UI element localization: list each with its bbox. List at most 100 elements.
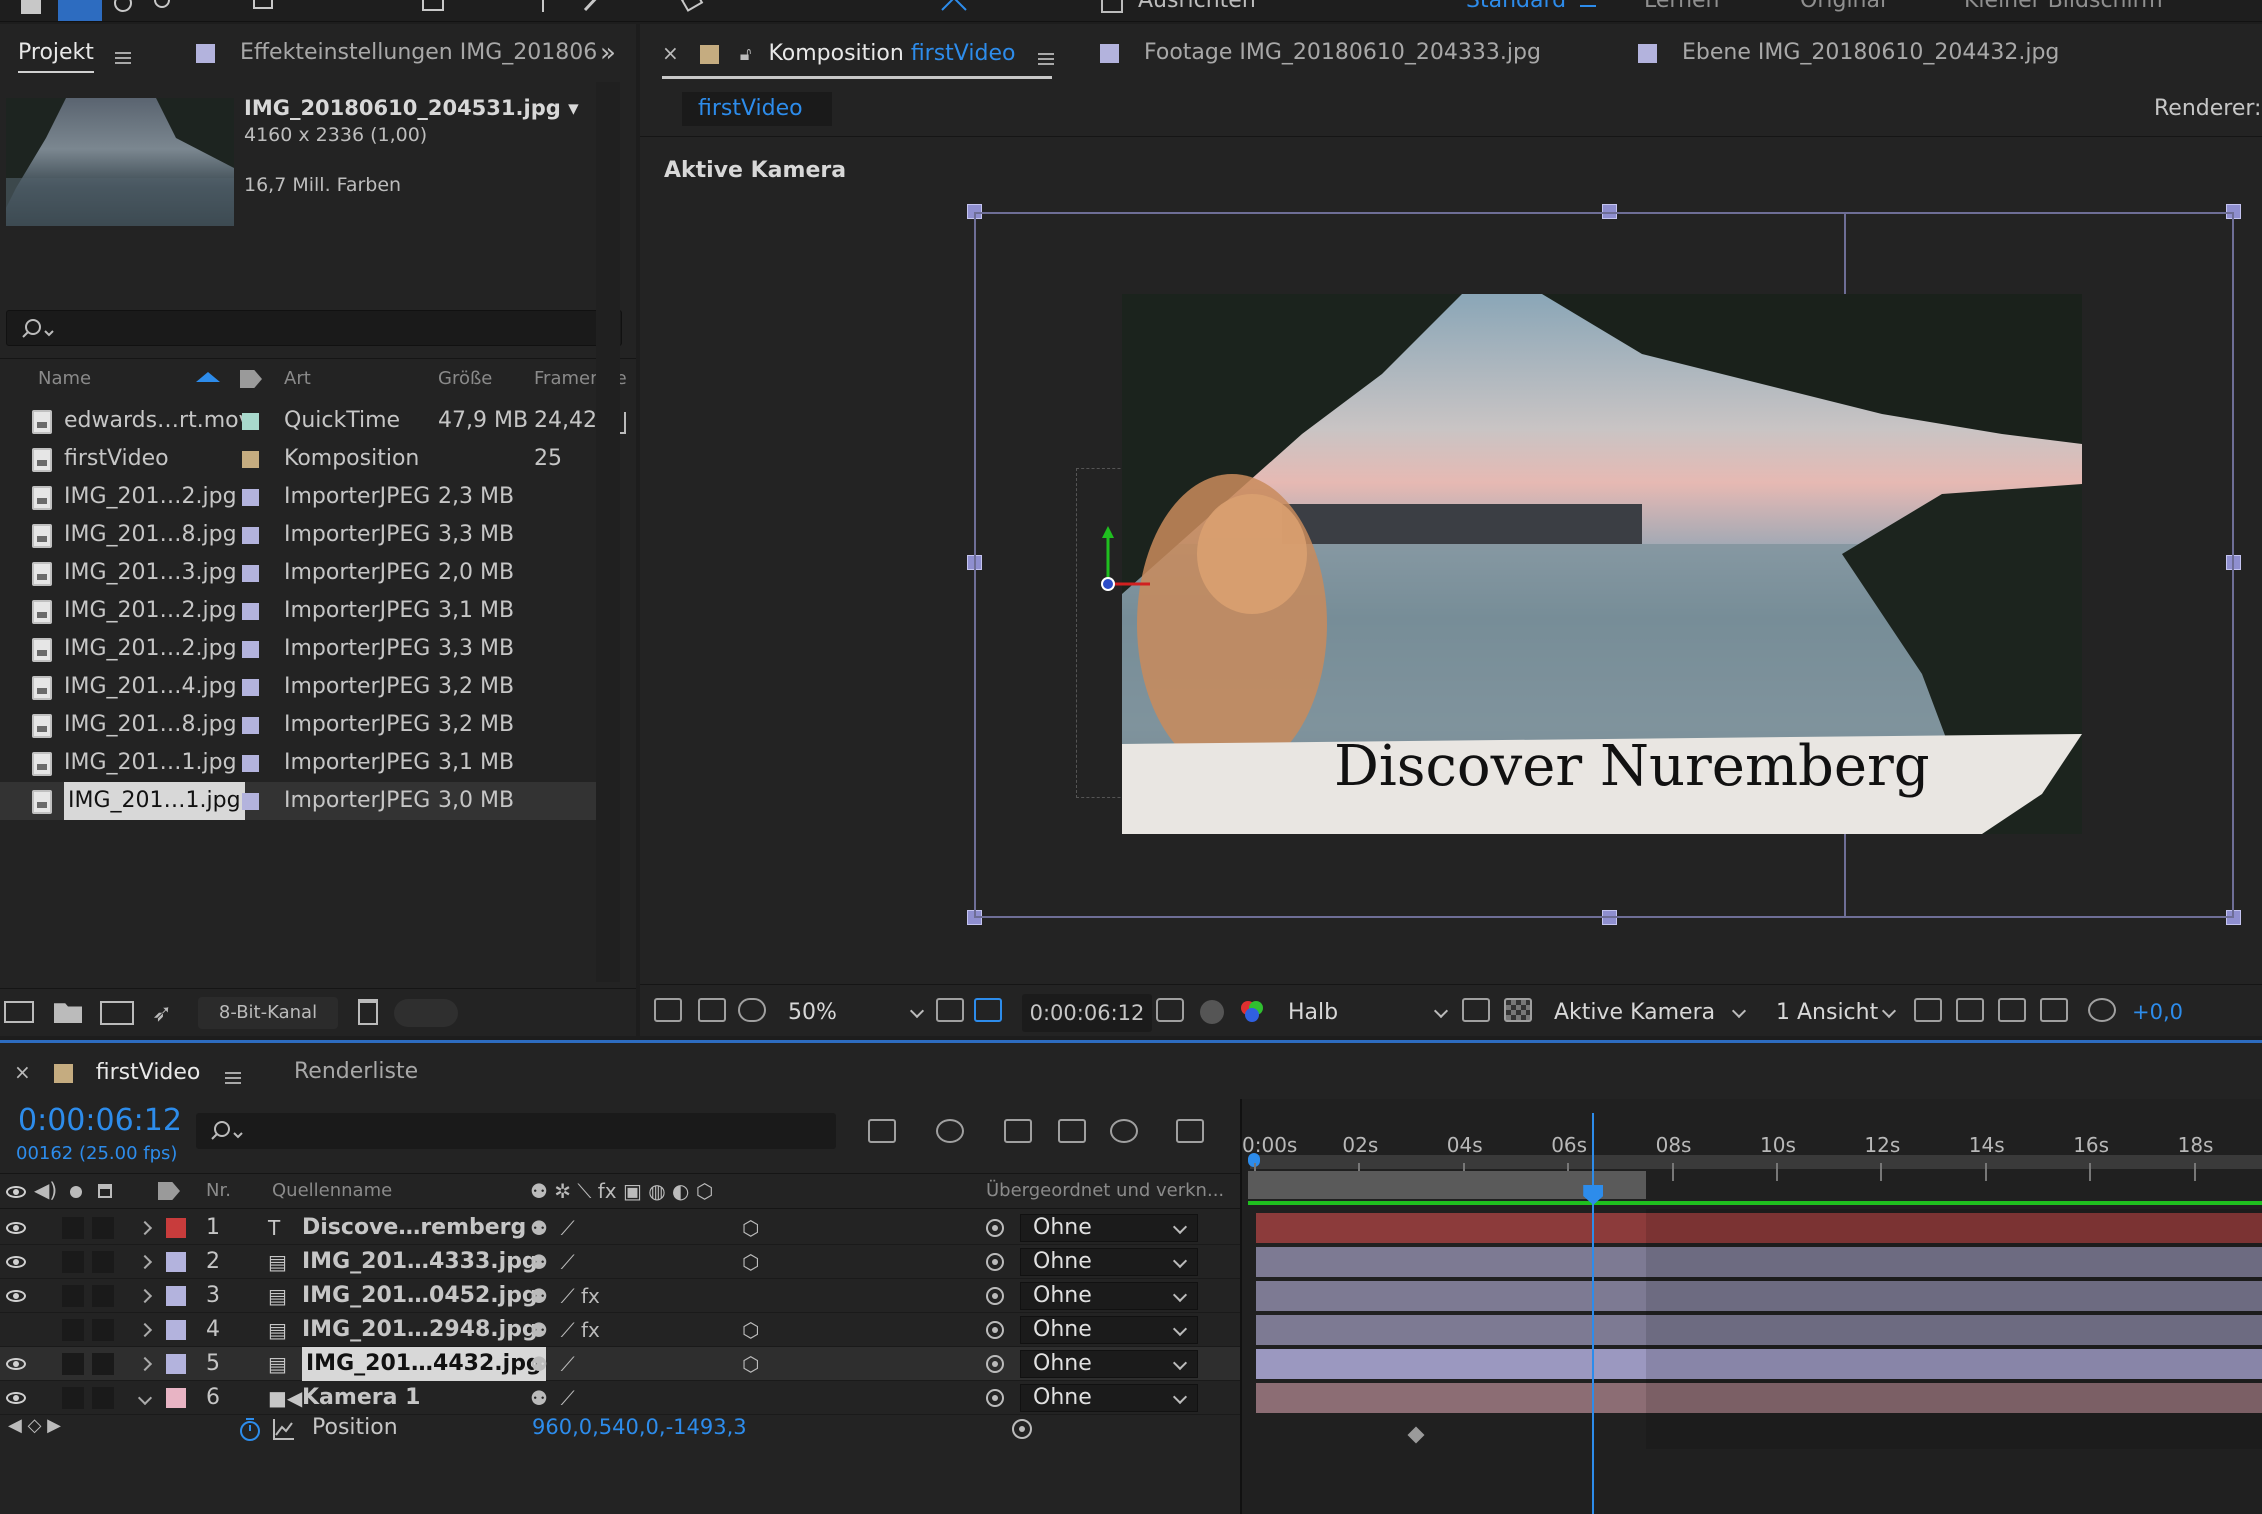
project-item-size: 47,9 MB [438,408,529,433]
workspace-learn[interactable]: Lernen [1644,0,1720,13]
label-color[interactable] [242,527,259,544]
fast-previews-icon[interactable] [1956,998,1984,1022]
render-icon[interactable]: ➶ [152,999,178,1027]
panel-overflow-icon[interactable]: » [600,38,616,68]
align-label[interactable]: Ausrichten [1138,0,1256,13]
home-icon[interactable] [18,0,44,16]
label-color[interactable] [242,565,259,582]
panel-menu-icon[interactable] [114,52,131,54]
resolution-dropdown[interactable]: Halb [1288,994,1452,1032]
project-item-name: edwards…rt.mov [64,408,252,433]
tab-project[interactable]: Projekt [18,24,131,76]
color-channels-icon[interactable] [1238,998,1266,1026]
tab-composition[interactable]: × 🔓︎ Komposition firstVideo [662,24,1055,76]
delete-icon[interactable] [358,999,378,1025]
show-snapshot-icon[interactable] [1200,1000,1224,1024]
region-of-interest-icon[interactable] [1462,998,1490,1022]
project-item[interactable]: IMG_201…2.jpg ImporterJPEG 2,3 MB [0,478,598,516]
viewer-timecode[interactable]: 0:00:06:12 [1022,994,1152,1032]
viewer-menu-icon[interactable] [1038,53,1055,55]
composition-image[interactable]: Discover Nuremberg [1122,294,2082,834]
renderer-label[interactable]: Renderer: [2154,96,2261,121]
project-item[interactable]: IMG_201…2.jpg ImporterJPEG 3,3 MB [0,630,598,668]
position-keyframe[interactable] [1407,1426,1425,1444]
project-item[interactable]: IMG_201…4.jpg ImporterJPEG 3,2 MB [0,668,598,706]
new-folder-icon[interactable] [54,1003,82,1023]
project-item-list: edwards…rt.mov QuickTime 47,9 MB 24,424 firs… [0,402,636,842]
type-tool-icon[interactable] [530,0,556,16]
eraser-tool-icon[interactable] [680,0,706,16]
tab-layer[interactable]: Ebene IMG_20180610_204432.jpg [1638,24,2059,76]
title-safe-icon[interactable] [974,998,1002,1022]
project-item-type: ImporterJPEG [284,598,431,623]
project-scrollbar[interactable] [596,82,620,982]
bit-depth-button[interactable]: 8-Bit-Kanal [198,997,338,1029]
col-type[interactable]: Art [284,364,311,394]
project-item[interactable]: firstVideo Komposition 25 [0,440,598,478]
project-item[interactable]: IMG_201…3.jpg ImporterJPEG 2,0 MB [0,554,598,592]
composition-viewer: × 🔓︎ Komposition firstVideo Footage IMG_… [640,24,2262,1036]
label-color[interactable] [242,489,259,506]
label-color[interactable] [242,793,259,810]
tab-footage[interactable]: Footage IMG_20180610_204333.jpg [1100,24,1541,76]
label-color[interactable] [242,679,259,696]
label-color[interactable] [242,451,259,468]
rectangle-tool-icon[interactable] [420,0,446,16]
project-item[interactable]: IMG_201…2.jpg ImporterJPEG 3,1 MB [0,592,598,630]
label-color[interactable] [242,603,259,620]
align-checkbox[interactable] [1100,0,1124,16]
workspace-small-screen[interactable]: Kleiner Bildschirm [1964,0,2163,13]
timeline-icon[interactable] [1998,998,2026,1022]
new-composition-icon[interactable] [100,1001,134,1025]
label-color[interactable] [242,413,259,430]
camera-axis-gizmo[interactable] [1080,524,1180,604]
label-color[interactable] [242,641,259,658]
sort-ascending-icon[interactable] [196,372,220,382]
project-item-name: IMG_201…2.jpg [64,484,237,509]
snapshot-camera-icon[interactable] [1156,998,1184,1022]
project-search-input[interactable] [6,310,622,346]
col-size[interactable]: Größe [438,364,492,394]
thumbnail-size-slider[interactable] [394,999,458,1027]
reset-exposure-icon[interactable] [2088,998,2116,1022]
selection-tool-icon[interactable] [58,0,102,21]
col-name[interactable]: Name [38,364,91,394]
project-footer: ➶ 8-Bit-Kanal [0,988,636,1036]
current-time-indicator[interactable] [1583,1113,1604,1514]
image-file-icon [32,600,52,624]
workspace-original[interactable]: Original [1800,0,1886,13]
composition-breadcrumb[interactable]: firstVideo [682,92,832,126]
project-item[interactable]: edwards…rt.mov QuickTime 47,9 MB 24,424 [0,402,611,440]
project-item[interactable]: IMG_201…8.jpg ImporterJPEG 3,3 MB [0,516,598,554]
fit-icon[interactable] [936,998,964,1022]
transparency-grid-icon[interactable] [1504,998,1532,1022]
project-item-name: IMG_201…2.jpg [64,636,237,661]
zoom-dropdown[interactable]: 50% [788,994,928,1032]
mask-visibility-icon[interactable] [738,998,766,1022]
interpret-footage-icon[interactable] [4,1001,34,1023]
project-item[interactable]: IMG_201…1.jpg ImporterJPEG 3,1 MB [0,744,598,782]
hand-tool-icon[interactable] [110,0,136,16]
camera-tool-icon[interactable] [250,0,276,16]
snapping-icon[interactable] [940,0,967,16]
view-dropdown[interactable]: Aktive Kamera [1554,994,1750,1032]
exposure-value[interactable]: +0,0 [2132,1000,2183,1024]
workspace-standard[interactable]: Standard [1466,0,1566,13]
monitor-icon[interactable] [698,998,726,1022]
flowchart-icon[interactable] [2040,998,2068,1022]
label-color[interactable] [242,717,259,734]
lock-icon[interactable]: 🔓︎ [740,44,752,65]
zoom-tool-icon[interactable] [150,0,176,16]
tab-effect-controls[interactable]: Effekteinstellungen IMG_201806 [196,24,597,76]
preview-filename[interactable]: IMG_20180610_204531.jpg ▾ [244,96,579,120]
project-item[interactable]: IMG_201…1.jpg ImporterJPEG 3,0 MB [0,782,598,820]
label-color[interactable] [242,755,259,772]
brush-tool-icon[interactable] [580,0,606,16]
layout-dropdown[interactable]: 1 Ansicht [1776,994,1900,1032]
title-overlay[interactable]: Discover Nuremberg [1334,734,1930,799]
toggle-pixel-aspect-icon[interactable] [1914,998,1942,1022]
project-item[interactable]: IMG_201…8.jpg ImporterJPEG 3,2 MB [0,706,598,744]
always-preview-icon[interactable] [654,998,682,1022]
workspace-menu-icon[interactable] [1580,5,1596,7]
close-tab-icon[interactable]: × [662,41,679,65]
